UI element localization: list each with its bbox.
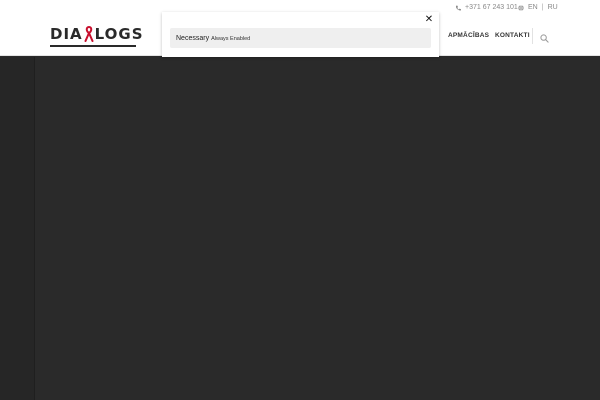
close-icon[interactable]: ✕ — [424, 15, 434, 25]
search-button[interactable] — [540, 30, 550, 43]
phone-number: +371 67 243 101 — [465, 4, 518, 11]
site-logo[interactable]: DIA LOGS — [50, 25, 143, 48]
language-ru-link[interactable]: RU — [548, 4, 558, 11]
nav-item-apmacibas[interactable]: APMĀCĪBAS — [448, 32, 489, 39]
consent-category-status: Always Enabled — [211, 35, 251, 42]
phone-icon — [455, 5, 461, 10]
logo-text-left: DIA — [50, 25, 83, 43]
phone-contact[interactable]: +371 67 243 101 — [455, 4, 518, 11]
awareness-ribbon-icon — [84, 25, 94, 42]
language-switcher: EN | RU — [518, 4, 558, 11]
globe-icon — [518, 4, 524, 11]
page-content-area — [0, 57, 600, 400]
logo-underline — [50, 45, 136, 47]
nav-divider — [532, 28, 533, 44]
consent-category-title: Necessary — [176, 34, 210, 42]
left-column — [0, 57, 35, 400]
cookie-consent-panel: ✕ Necessary Always Enabled — [162, 12, 439, 57]
language-en-link[interactable]: EN — [528, 4, 538, 11]
consent-category-necessary[interactable]: Necessary Always Enabled — [170, 28, 431, 48]
logo-wordmark: DIA LOGS — [50, 25, 143, 43]
search-icon — [540, 34, 549, 43]
logo-text-right: LOGS — [94, 25, 144, 43]
nav-item-kontakti[interactable]: KONTAKTI — [495, 32, 530, 39]
language-separator: | — [541, 4, 544, 11]
